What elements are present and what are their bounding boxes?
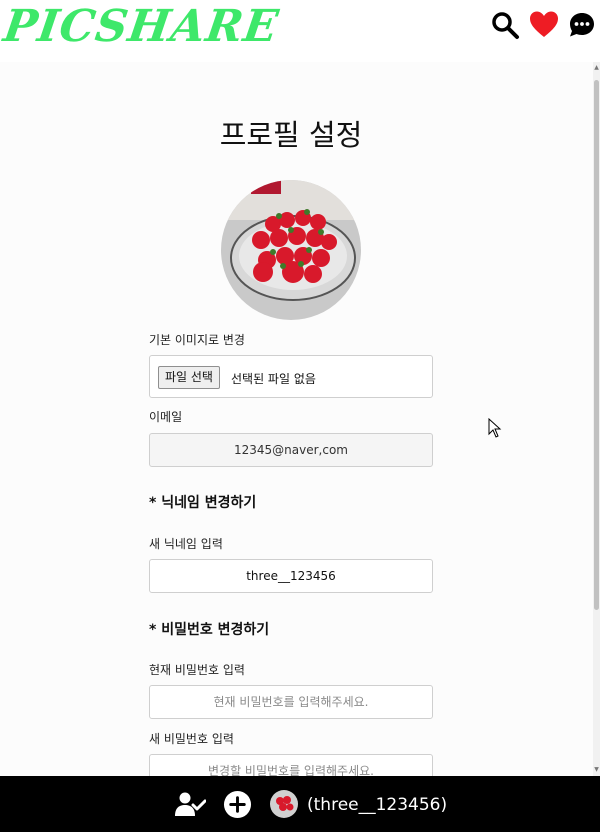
email-field[interactable] [149,433,433,467]
email-label: 이메일 [149,410,183,424]
footer-username[interactable]: (three__123456) [307,795,447,815]
nickname-section-title: * 닉네임 변경하기 [149,495,257,511]
password-section-title: * 비밀번호 변경하기 [149,622,270,638]
page-title: 프로필 설정 [219,118,363,152]
profile-avatar[interactable] [270,790,298,818]
add-circle-icon[interactable] [223,790,252,819]
mouse-pointer-icon [488,417,502,438]
default-image-label[interactable]: 기본 이미지로 변경 [149,331,245,348]
new-password-label: 새 비밀번호 입력 [149,732,234,746]
profile-image[interactable] [221,180,361,320]
bottom-nav: (three__123456) [0,776,600,832]
current-password-label: 현재 비밀번호 입력 [149,663,245,677]
new-password-input[interactable] [149,754,433,776]
scroll-down-arrow-icon[interactable]: ▼ [593,766,600,774]
app-logo[interactable]: PICSHARE [0,1,281,52]
search-icon[interactable] [490,10,520,40]
top-header: PICSHARE [0,0,600,56]
scroll-up-arrow-icon[interactable]: ▲ [593,64,600,72]
new-nickname-label: 새 닉네임 입력 [149,537,223,551]
chat-bubble-icon[interactable] [567,10,597,40]
heart-icon[interactable] [529,10,559,40]
user-check-icon[interactable] [175,792,206,816]
file-status-text: 선택된 파일 없음 [231,372,316,386]
profile-settings-panel: 프로필 설정 기본 이미지로 변경 파일 선택 선택된 파일 없음 이메일 * [0,62,594,776]
choose-file-button[interactable]: 파일 선택 [158,366,220,389]
nickname-input[interactable] [149,559,433,593]
file-input[interactable]: 파일 선택 선택된 파일 없음 [149,355,433,398]
current-password-input[interactable] [149,685,433,719]
scroll-thumb[interactable] [594,80,599,610]
scrollbar[interactable]: ▲ ▼ [593,62,600,776]
